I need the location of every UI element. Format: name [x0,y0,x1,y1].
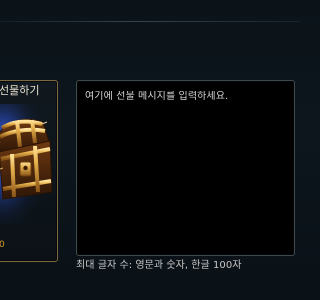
treasure-chest-icon [0,104,57,224]
top-divider [0,21,300,22]
gift-panel: 선물하기 [0,80,58,262]
gift-message-textarea[interactable]: 여기에 선물 메시지를 입력하세요. [76,80,295,256]
gift-panel-title: 선물하기 [0,84,40,97]
character-limit-note: 최대 글자 수: 영문과 숫자, 한글 100자 [76,260,242,271]
gift-value-fragment: 0 [0,239,5,251]
gift-message-placeholder: 여기에 선물 메시지를 입력하세요. [85,91,229,102]
